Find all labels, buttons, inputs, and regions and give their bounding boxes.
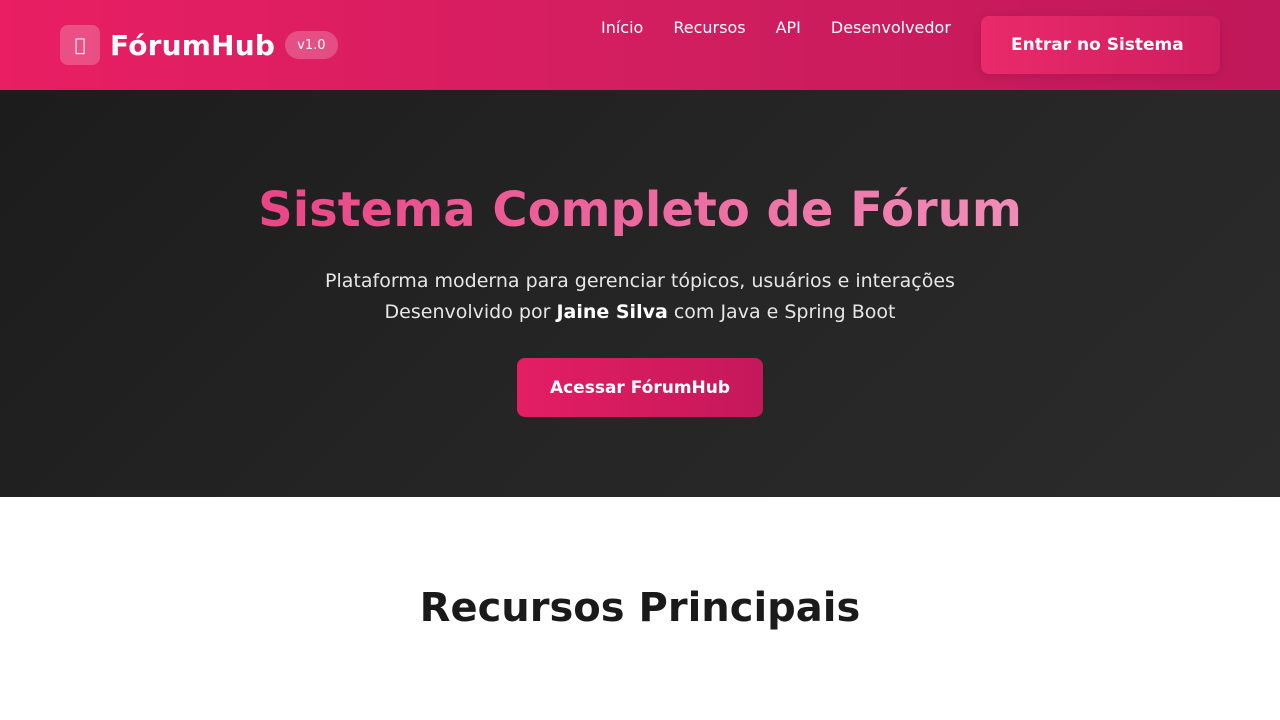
author-name: Jaine Silva [556,301,668,323]
main-nav: Início Recursos API Desenvolvedor [601,19,981,37]
logo-icon:  [60,25,100,65]
top-navbar:  FórumHub v1.0 Início Recursos API Dese… [0,0,1280,90]
hero-title-text: Sistema Completo de Fórum [258,182,1022,238]
hero-subtitle-line1: Plataforma moderna para gerenciar tópico… [325,270,955,292]
hero-subtitle-prefix: Desenvolvido por [384,301,557,323]
nav-link-recursos[interactable]: Recursos [673,19,745,37]
brand[interactable]:  FórumHub v1.0 [60,25,338,65]
brand-name: FórumHub [110,28,276,62]
features-section: Recursos Principais [0,497,1280,720]
hero-subtitle-suffix: com Java e Spring Boot [667,301,896,323]
hero-subtitle-line2: Desenvolvido por Jaine Silva com Java e … [0,297,1280,328]
nav-link-api[interactable]: API [776,19,801,37]
hero-subtitle: Plataforma moderna para gerenciar tópico… [0,266,1280,328]
nav-link-desenvolvedor[interactable]: Desenvolvedor [831,19,951,37]
chat-bubbles-icon:  [75,35,86,56]
hero-title: Sistema Completo de Fórum [0,182,1280,238]
login-button[interactable]: Entrar no Sistema [981,16,1220,74]
features-title: Recursos Principais [419,585,861,631]
version-badge: v1.0 [285,31,338,59]
hero-section: Sistema Completo de Fórum Plataforma mod… [0,90,1280,497]
nav-link-inicio[interactable]: Início [601,19,643,37]
access-forumhub-button[interactable]: Acessar FórumHub [517,358,763,417]
